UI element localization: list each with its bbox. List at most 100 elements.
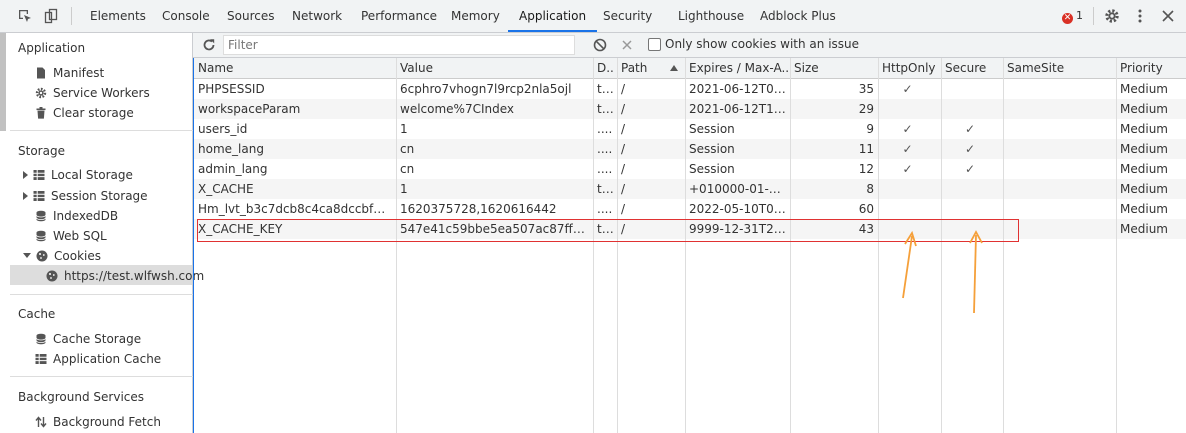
database-icon xyxy=(36,210,46,222)
expand-arrow-icon[interactable] xyxy=(23,171,28,179)
tab-security[interactable]: Security xyxy=(603,0,652,32)
table-row[interactable]: users_id 1.... / Session 9 ✓ ✓ Medium xyxy=(194,119,1186,139)
sidebar-divider xyxy=(10,376,193,377)
table-row[interactable]: X_CACHE 1 t... / +010000-01-01... 8 Medium xyxy=(194,179,1186,199)
filter-input[interactable] xyxy=(223,35,575,55)
column-header-expires[interactable]: Expires / Max-A... xyxy=(685,58,790,79)
table-row[interactable]: PHPSESSID 6cphro7vhogn7l9rcp2nla5ojl t... /… xyxy=(194,79,1186,99)
cell-domain: .... xyxy=(597,162,613,176)
table-row[interactable]: home_lang cn.... / Session 11 ✓ ✓ Medium xyxy=(194,139,1186,159)
refresh-icon[interactable] xyxy=(201,37,217,53)
sidebar-item-application-cache[interactable]: Application Cache xyxy=(35,349,161,369)
cell-path: / xyxy=(621,122,626,136)
table-row[interactable]: workspaceParam welcome%7CIndex t... / 2021-0… xyxy=(194,99,1186,119)
sidebar-item-manifest[interactable]: Manifest xyxy=(35,63,104,83)
cell-size: 12 xyxy=(858,162,874,176)
tab-adblock-plus[interactable]: Adblock Plus xyxy=(760,0,836,32)
cell-httponly: ✓ xyxy=(902,142,913,156)
column-header-httponly[interactable]: HttpOnly xyxy=(878,58,941,79)
sidebar-item-background-fetch[interactable]: Background Fetch xyxy=(35,412,161,432)
sidebar-item-label: IndexedDB xyxy=(53,209,119,223)
settings-gear-icon[interactable] xyxy=(1104,8,1120,24)
cell-priority: Medium xyxy=(1120,182,1168,196)
inspect-element-icon[interactable] xyxy=(17,8,33,24)
sidebar-item-web-sql[interactable]: Web SQL xyxy=(35,226,107,246)
collapse-arrow-icon[interactable] xyxy=(23,253,31,258)
expand-arrow-icon[interactable] xyxy=(23,192,28,200)
only-issues-checkbox[interactable] xyxy=(648,38,661,51)
tab-network[interactable]: Network xyxy=(292,0,342,32)
sidebar-item-service-workers[interactable]: Service Workers xyxy=(35,83,150,103)
more-options-icon[interactable] xyxy=(1132,8,1148,24)
gear-icon xyxy=(35,87,47,99)
cell-size: 35 xyxy=(858,82,874,96)
sidebar-item-cookie-origin[interactable]: https://test.wlfwsh.com xyxy=(46,266,204,286)
table-row[interactable]: admin_lang cn.... / Session 12 ✓ ✓ Medium xyxy=(194,159,1186,179)
cell-value: cn xyxy=(400,142,415,156)
section-heading-storage: Storage xyxy=(18,144,65,158)
clear-all-cookies-icon[interactable] xyxy=(592,37,608,53)
cell-expires: 9999-12-31T23:... xyxy=(689,222,790,236)
cell-size: 9 xyxy=(866,122,874,136)
cell-httponly: ✓ xyxy=(902,82,913,96)
tab-memory[interactable]: Memory xyxy=(451,0,500,32)
column-header-domain[interactable]: D.. xyxy=(593,58,617,79)
grid-storage-icon xyxy=(33,170,45,180)
cell-httponly: ✓ xyxy=(902,162,913,176)
tab-performance[interactable]: Performance xyxy=(361,0,437,32)
column-header-name[interactable]: Name xyxy=(194,58,396,79)
cell-secure xyxy=(941,219,1003,239)
sidebar-item-cookies[interactable]: Cookies xyxy=(23,246,101,266)
column-header-samesite[interactable]: SameSite xyxy=(1003,58,1116,79)
cell-path: / xyxy=(621,162,626,176)
sidebar-item-local-storage[interactable]: Local Storage xyxy=(23,165,133,185)
cell-name: home_lang xyxy=(198,142,264,156)
cell-name: X_CACHE_KEY xyxy=(198,222,283,236)
only-issues-label: Only show cookies with an issue xyxy=(665,37,860,51)
cell-expires: Session xyxy=(689,162,735,176)
column-header-secure[interactable]: Secure xyxy=(941,58,1003,79)
column-header-value[interactable]: Value xyxy=(396,58,593,79)
tab-lighthouse[interactable]: Lighthouse xyxy=(678,0,744,32)
error-count-badge[interactable]: ✕ 1 xyxy=(1062,9,1083,24)
sidebar-item-cache-storage[interactable]: Cache Storage xyxy=(35,329,141,349)
column-header-size[interactable]: Size xyxy=(790,58,878,79)
cell-path: / xyxy=(621,142,626,156)
close-devtools-icon[interactable] xyxy=(1160,8,1176,24)
sidebar-item-label: Clear storage xyxy=(53,106,134,120)
cell-path: / xyxy=(621,102,626,116)
table-row[interactable]: X_CACHE_KEY 547e41c59bbe5ea507ac87fffe5f8… xyxy=(194,219,1186,239)
tab-sources[interactable]: Sources xyxy=(227,0,274,32)
cell-path: / xyxy=(621,222,626,236)
tab-console[interactable]: Console xyxy=(162,0,210,32)
cell-httponly xyxy=(878,99,941,119)
section-heading-background-services: Background Services xyxy=(18,390,145,404)
cell-secure: ✓ xyxy=(964,162,976,176)
cell-priority: Medium xyxy=(1120,222,1168,236)
grid-storage-icon xyxy=(33,191,45,201)
sidebar-item-label: Cache Storage xyxy=(53,332,142,346)
cell-priority: Medium xyxy=(1120,102,1168,116)
tab-application[interactable]: Application xyxy=(508,0,598,32)
error-icon: ✕ xyxy=(1062,13,1073,24)
cell-expires: Session xyxy=(689,142,735,156)
cell-size: 60 xyxy=(858,202,874,216)
cell-priority: Medium xyxy=(1120,202,1168,216)
tab-elements[interactable]: Elements xyxy=(90,0,146,32)
sidebar-item-clear-storage[interactable]: Clear storage xyxy=(35,103,134,123)
delete-selected-icon[interactable] xyxy=(619,37,635,53)
cell-value: 1 xyxy=(400,182,408,196)
cell-value: 1620375728,1620616442 xyxy=(400,202,557,216)
sidebar-item-label: Application Cache xyxy=(53,352,162,366)
device-toolbar-icon[interactable] xyxy=(43,8,59,24)
cell-path: / xyxy=(621,202,626,216)
column-header-priority[interactable]: Priority xyxy=(1116,58,1186,79)
sidebar-item-session-storage[interactable]: Session Storage xyxy=(23,186,148,206)
table-row[interactable]: Hm_lvt_b3c7dcb8c4ca8dccbf63e... 162037572… xyxy=(194,199,1186,219)
sidebar-item-indexeddb[interactable]: IndexedDB xyxy=(35,206,118,226)
up-down-arrows-icon xyxy=(35,416,47,428)
document-icon xyxy=(37,67,45,79)
cell-samesite xyxy=(1003,179,1116,199)
sidebar-scrollbar[interactable] xyxy=(0,33,6,131)
cell-domain: t... xyxy=(597,182,614,196)
